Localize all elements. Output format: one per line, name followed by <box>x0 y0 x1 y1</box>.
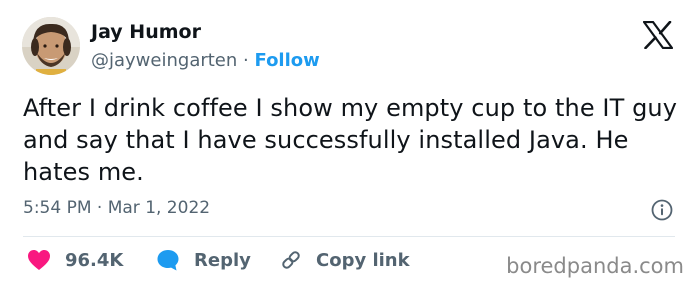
copy-link-button[interactable]: Copy link <box>280 248 410 272</box>
author-handle[interactable]: @jayweingarten <box>91 50 237 71</box>
actions-divider <box>23 236 675 237</box>
tweet-timestamp[interactable]: 5:54 PM · Mar 1, 2022 <box>23 198 210 218</box>
handle-separator: · <box>243 50 249 71</box>
heart-icon <box>28 250 50 270</box>
watermark: boredpanda.com <box>506 254 684 278</box>
tweet-text: After I drink coffee I show my empty cup… <box>23 94 678 186</box>
like-button[interactable]: 96.4K <box>27 248 123 272</box>
reply-button[interactable]: Reply <box>156 248 251 272</box>
follow-button[interactable]: Follow <box>255 50 320 71</box>
author-avatar[interactable] <box>22 17 80 75</box>
like-count: 96.4K <box>65 249 124 271</box>
reply-label: Reply <box>194 249 251 271</box>
link-icon <box>282 251 300 269</box>
author-display-name[interactable]: Jay Humor <box>91 21 201 43</box>
copy-link-label: Copy link <box>316 249 410 271</box>
author-handle-row: @jayweingarten · Follow <box>91 50 320 71</box>
x-logo-icon[interactable] <box>642 20 674 50</box>
reply-bubble-icon <box>157 250 179 271</box>
info-icon[interactable] <box>651 199 673 221</box>
